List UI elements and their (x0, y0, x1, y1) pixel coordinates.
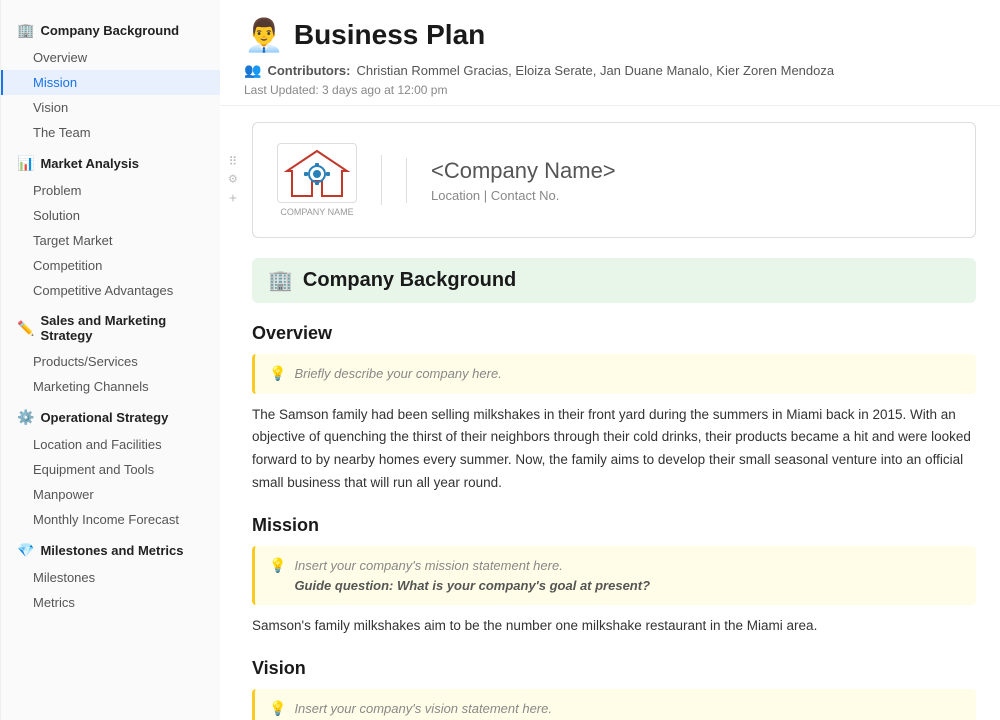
company-icon: 🏢 (17, 22, 34, 39)
sidebar-section-label: Operational Strategy (40, 410, 168, 425)
mission-heading: Mission (252, 515, 976, 536)
mission-hint-content: Insert your company's mission statement … (294, 556, 650, 595)
operational-icon: ⚙️ (17, 409, 34, 426)
company-logo-box (277, 143, 357, 203)
drag-handle-icon[interactable]: ⠿ (229, 155, 238, 169)
mission-hint-line2: Guide question: What is your company's g… (294, 576, 650, 596)
main-content: 👨‍💼 Business Plan 👥 Contributors: Christ… (220, 0, 1000, 720)
sidebar-item-metrics[interactable]: Metrics (1, 590, 220, 615)
sidebar-section-label: Company Background (40, 23, 179, 38)
company-logo-label: COMPANY NAME (280, 207, 353, 217)
sidebar-section-title-operational[interactable]: ⚙️ Operational Strategy (1, 403, 220, 432)
sidebar-section-label: Milestones and Metrics (40, 543, 183, 558)
sidebar-item-mission[interactable]: Mission (1, 70, 220, 95)
sidebar-section-title-market[interactable]: 📊 Market Analysis (1, 149, 220, 178)
sidebar-item-problem[interactable]: Problem (1, 178, 220, 203)
sidebar-item-income-forecast[interactable]: Monthly Income Forecast (1, 507, 220, 532)
sidebar-section-title-milestones[interactable]: 💎 Milestones and Metrics (1, 536, 220, 565)
sidebar-section-milestones: 💎 Milestones and Metrics Milestones Metr… (1, 536, 220, 615)
sidebar-section-company-background: 🏢 Company Background Overview Mission Vi… (1, 16, 220, 145)
sidebar-item-products-services[interactable]: Products/Services (1, 349, 220, 374)
company-logo-svg (282, 146, 352, 201)
sidebar-section-label: Sales and Marketing Strategy (40, 313, 204, 343)
company-card: COMPANY NAME <Company Name> Location | C… (252, 122, 976, 238)
mission-body: Samson's family milkshakes aim to be the… (252, 615, 976, 638)
sidebar: 🏢 Company Background Overview Mission Vi… (0, 0, 220, 720)
section-header: 🏢 Company Background (252, 258, 976, 303)
company-logo-area: COMPANY NAME (277, 143, 357, 217)
overview-hint-text: Briefly describe your company here. (294, 364, 501, 384)
page-title: Business Plan (294, 19, 485, 51)
sales-icon: ✏️ (17, 320, 34, 337)
company-contact: Location | Contact No. (431, 188, 616, 203)
mission-hint-line1: Insert your company's mission statement … (294, 556, 650, 576)
sidebar-section-label: Market Analysis (40, 156, 139, 171)
vision-hint-box: 💡 Insert your company's vision statement… (252, 689, 976, 720)
overview-body: The Samson family had been selling milks… (252, 404, 976, 496)
sidebar-item-equipment[interactable]: Equipment and Tools (1, 457, 220, 482)
vision-heading: Vision (252, 658, 976, 679)
sidebar-section-title-company[interactable]: 🏢 Company Background (1, 16, 220, 45)
company-name-placeholder[interactable]: <Company Name> (431, 158, 616, 184)
doc-header: 👨‍💼 Business Plan 👥 Contributors: Christ… (220, 0, 1000, 106)
vision-hint-content: Insert your company's vision statement h… (294, 699, 647, 720)
mission-hint-box: 💡 Insert your company's mission statemen… (252, 546, 976, 605)
market-icon: 📊 (17, 155, 34, 172)
sidebar-item-location[interactable]: Location and Facilities (1, 432, 220, 457)
sidebar-item-the-team[interactable]: The Team (1, 120, 220, 145)
sidebar-item-vision[interactable]: Vision (1, 95, 220, 120)
vision-hint-icon: 💡 (269, 700, 286, 717)
company-name-area: <Company Name> Location | Contact No. (406, 158, 616, 203)
sidebar-item-competitive-advantages[interactable]: Competitive Advantages (1, 278, 220, 303)
section-header-title: Company Background (303, 269, 516, 292)
sidebar-section-market-analysis: 📊 Market Analysis Problem Solution Targe… (1, 149, 220, 303)
hint-bulb-icon: 💡 (269, 365, 286, 382)
contributors-row: 👥 Contributors: Christian Rommel Gracias… (244, 62, 976, 79)
mission-hint-icon: 💡 (269, 557, 286, 574)
sidebar-item-marketing-channels[interactable]: Marketing Channels (1, 374, 220, 399)
sidebar-item-solution[interactable]: Solution (1, 203, 220, 228)
sidebar-item-milestones[interactable]: Milestones (1, 565, 220, 590)
card-divider (381, 155, 382, 205)
overview-hint-box: 💡 Briefly describe your company here. (252, 354, 976, 394)
doc-emoji: 👨‍💼 (244, 16, 284, 54)
sidebar-item-target-market[interactable]: Target Market (1, 228, 220, 253)
milestones-icon: 💎 (17, 542, 34, 559)
doc-title-row: 👨‍💼 Business Plan (244, 16, 976, 54)
contributors-icon: 👥 (244, 62, 261, 79)
sidebar-section-title-sales[interactable]: ✏️ Sales and Marketing Strategy (1, 307, 220, 349)
sidebar-section-sales-marketing: ✏️ Sales and Marketing Strategy Products… (1, 307, 220, 399)
last-updated: Last Updated: 3 days ago at 12:00 pm (244, 83, 976, 97)
sidebar-item-competition[interactable]: Competition (1, 253, 220, 278)
add-block-icon[interactable]: + (229, 190, 237, 206)
sidebar-item-overview[interactable]: Overview (1, 45, 220, 70)
sidebar-item-manpower[interactable]: Manpower (1, 482, 220, 507)
section-header-emoji: 🏢 (268, 268, 293, 293)
sidebar-section-operational: ⚙️ Operational Strategy Location and Fac… (1, 403, 220, 532)
vision-hint-line1: Insert your company's vision statement h… (294, 699, 647, 719)
contributors-label: Contributors: (267, 63, 350, 78)
settings-icon[interactable]: ⚙ (228, 173, 238, 186)
contributors-list: Christian Rommel Gracias, Eloiza Serate,… (356, 63, 834, 78)
overview-heading: Overview (252, 323, 976, 344)
